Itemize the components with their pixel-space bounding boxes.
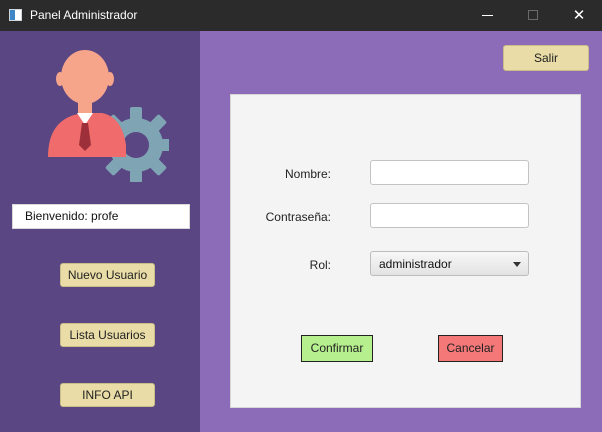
- cancel-button[interactable]: Cancelar: [438, 335, 503, 362]
- close-button[interactable]: ✕: [556, 0, 602, 31]
- main-area: Salir Nombre: Contraseña: Rol: administr…: [200, 31, 602, 432]
- logout-button[interactable]: Salir: [503, 45, 589, 71]
- nombre-label: Nombre:: [284, 167, 331, 181]
- new-user-button[interactable]: Nuevo Usuario: [60, 263, 155, 287]
- rol-select[interactable]: administrador: [370, 251, 529, 276]
- window-title: Panel Administrador: [30, 8, 138, 22]
- close-icon: ✕: [572, 6, 586, 24]
- app-window-icon: [9, 9, 22, 21]
- chevron-down-icon: [513, 262, 521, 267]
- rol-label: Rol:: [309, 258, 331, 272]
- minimize-icon: [482, 15, 493, 16]
- nombre-input[interactable]: [370, 160, 529, 185]
- user-form-panel: Nombre: Contraseña: Rol: administrador C…: [230, 94, 581, 408]
- sidebar: Bienvenido: profe Nuevo Usuario Lista Us…: [0, 31, 200, 432]
- title-bar: Panel Administrador ✕: [0, 0, 602, 31]
- user-list-button[interactable]: Lista Usuarios: [60, 323, 155, 347]
- welcome-label: Bienvenido: profe: [12, 204, 190, 229]
- confirm-button[interactable]: Confirmar: [301, 335, 373, 362]
- password-label: Contraseña:: [265, 210, 331, 224]
- info-api-button[interactable]: INFO API: [60, 383, 155, 407]
- maximize-icon: [528, 10, 538, 20]
- minimize-button[interactable]: [464, 0, 510, 31]
- maximize-button[interactable]: [510, 0, 556, 31]
- rol-selected-value: administrador: [379, 257, 452, 271]
- admin-user-gear-icon: [48, 50, 169, 182]
- password-input[interactable]: [370, 203, 529, 228]
